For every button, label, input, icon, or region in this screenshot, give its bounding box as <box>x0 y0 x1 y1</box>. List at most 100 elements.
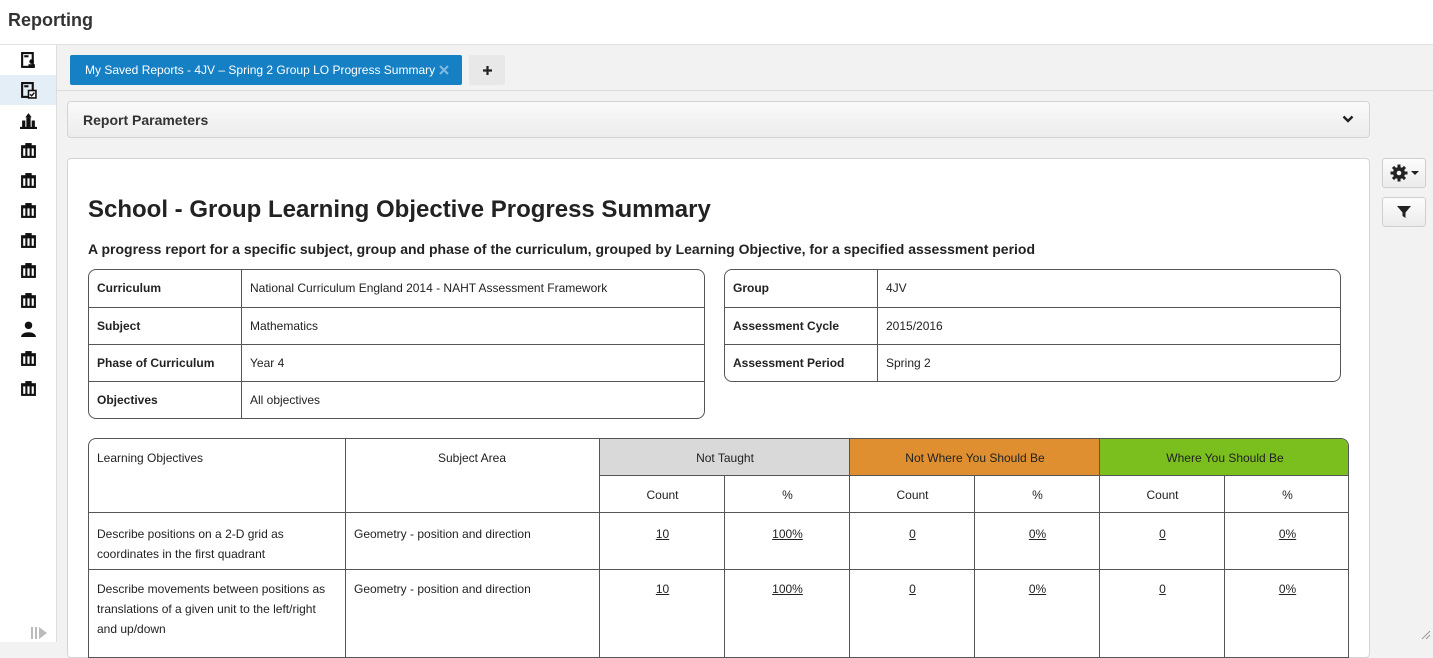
value-link[interactable]: 0 <box>1100 579 1225 599</box>
info-key: Objectives <box>89 382 242 418</box>
sidebar-item-report-4[interactable] <box>0 165 56 195</box>
sidebar-item-report-7[interactable] <box>0 255 56 285</box>
tab-saved-report[interactable]: My Saved Reports - 4JV – Spring 2 Group … <box>70 55 462 85</box>
grid-line <box>599 475 1348 476</box>
info-value: All objectives <box>250 393 321 407</box>
tab-label: My Saved Reports - 4JV – Spring 2 Group … <box>85 63 436 77</box>
report-title: School - Group Learning Objective Progre… <box>88 196 711 223</box>
sidebar-item-report-5[interactable] <box>0 195 56 225</box>
sidebar <box>0 45 57 642</box>
value-link[interactable]: 0% <box>1225 579 1348 599</box>
report-table-icon <box>20 350 36 366</box>
report-table-icon <box>20 142 36 158</box>
top-bar: Reporting <box>0 0 1433 45</box>
gear-icon <box>1390 164 1408 182</box>
sidebar-item-school[interactable] <box>0 105 56 135</box>
sub-header-count: Count <box>646 488 679 502</box>
settings-dropdown-button[interactable] <box>1382 158 1426 188</box>
sub-header-count: Count <box>896 488 929 502</box>
value-link[interactable]: 100% <box>725 524 850 544</box>
info-value: Year 4 <box>250 356 285 370</box>
grid-line <box>974 476 975 657</box>
report-table-icon <box>20 172 36 188</box>
value-link[interactable]: 100% <box>725 579 850 599</box>
school-building-icon <box>19 112 37 129</box>
filter-button[interactable] <box>1382 197 1426 227</box>
report-user-icon <box>20 51 35 68</box>
close-icon[interactable] <box>438 64 450 76</box>
value-link[interactable]: 0 <box>850 579 975 599</box>
report-parameters-toggle[interactable]: Report Parameters <box>67 101 1370 138</box>
value-link[interactable]: 10 <box>600 579 725 599</box>
tab-divider <box>57 90 1433 91</box>
grid-line <box>1099 439 1100 657</box>
row-learning-objective: Describe positions on a 2-D grid as coor… <box>97 527 284 561</box>
value-link[interactable]: 0% <box>975 579 1100 599</box>
app-title: Reporting <box>8 10 93 30</box>
value-link[interactable]: 0% <box>975 524 1100 544</box>
sidebar-item-report-3[interactable] <box>0 135 56 165</box>
grid-line <box>849 439 850 657</box>
col-header-subject-area: Subject Area <box>437 451 507 465</box>
info-row: Curriculum National Curriculum England 2… <box>89 270 704 307</box>
resize-grip-icon[interactable] <box>1419 628 1431 640</box>
sidebar-item-report-6[interactable] <box>0 225 56 255</box>
group-label-not-where: Not Where You Should Be <box>905 451 1045 465</box>
info-row: Group 4JV <box>725 270 1340 307</box>
sub-header-percent: % <box>1282 488 1293 502</box>
report-check-icon <box>20 81 37 99</box>
info-key: Phase of Curriculum <box>89 345 242 381</box>
col-header-learning-objectives: Learning Objectives <box>97 451 204 465</box>
sidebar-item-report-9[interactable] <box>0 343 56 373</box>
info-key: Assessment Period <box>725 345 878 381</box>
sub-header-percent: % <box>782 488 793 502</box>
info-value: Mathematics <box>250 319 319 333</box>
add-tab-button[interactable] <box>469 55 505 85</box>
grid-line <box>599 439 600 657</box>
info-key: Curriculum <box>89 270 242 307</box>
sidebar-item-person[interactable] <box>0 313 56 343</box>
info-key: Assessment Cycle <box>725 308 878 344</box>
sidebar-item-report-10[interactable] <box>0 373 56 403</box>
sidebar-item-report-check[interactable] <box>0 75 56 105</box>
report-info-left: Curriculum National Curriculum England 2… <box>88 269 705 419</box>
plus-icon <box>482 65 492 75</box>
report-info-right: Group 4JV Assessment Cycle 2015/2016 Ass… <box>724 269 1341 382</box>
expand-sidebar-icon[interactable] <box>30 626 50 640</box>
grid-line <box>345 439 346 657</box>
grid-line <box>89 569 1348 570</box>
person-icon <box>20 321 36 337</box>
sub-header-count: Count <box>1146 488 1179 502</box>
report-table-icon <box>20 380 36 396</box>
grid-line <box>1224 476 1225 657</box>
report-table-icon <box>20 202 36 218</box>
group-label-not-taught: Not Taught <box>696 451 754 465</box>
report-table-icon <box>20 232 36 248</box>
row-subject-area: Geometry - position and direction <box>354 527 531 541</box>
value-link[interactable]: 0 <box>850 524 975 544</box>
group-label-where: Where You Should Be <box>1166 451 1284 465</box>
report-table-icon <box>20 262 36 278</box>
sidebar-item-report-user[interactable] <box>0 45 56 75</box>
progress-table: Learning Objectives Subject Area Not Tau… <box>88 438 1349 658</box>
grid-line <box>89 512 1348 513</box>
info-value: 4JV <box>886 281 907 295</box>
sidebar-item-report-8[interactable] <box>0 285 56 315</box>
grid-line <box>724 476 725 657</box>
chevron-down-icon <box>1342 115 1354 123</box>
info-row: Assessment Period Spring 2 <box>725 344 1340 381</box>
report-parameters-label: Report Parameters <box>83 112 209 128</box>
info-row: Assessment Cycle 2015/2016 <box>725 307 1340 344</box>
info-key: Group <box>725 270 878 307</box>
caret-down-icon <box>1411 171 1419 175</box>
info-key: Subject <box>89 308 242 344</box>
filter-icon <box>1397 206 1411 218</box>
value-link[interactable]: 0% <box>1225 524 1348 544</box>
info-value: 2015/2016 <box>886 319 943 333</box>
value-link[interactable]: 0 <box>1100 524 1225 544</box>
info-row: Objectives All objectives <box>89 381 704 418</box>
info-value: Spring 2 <box>886 356 931 370</box>
info-row: Subject Mathematics <box>89 307 704 344</box>
row-learning-objective: Describe movements between positions as … <box>97 582 326 636</box>
value-link[interactable]: 10 <box>600 524 725 544</box>
